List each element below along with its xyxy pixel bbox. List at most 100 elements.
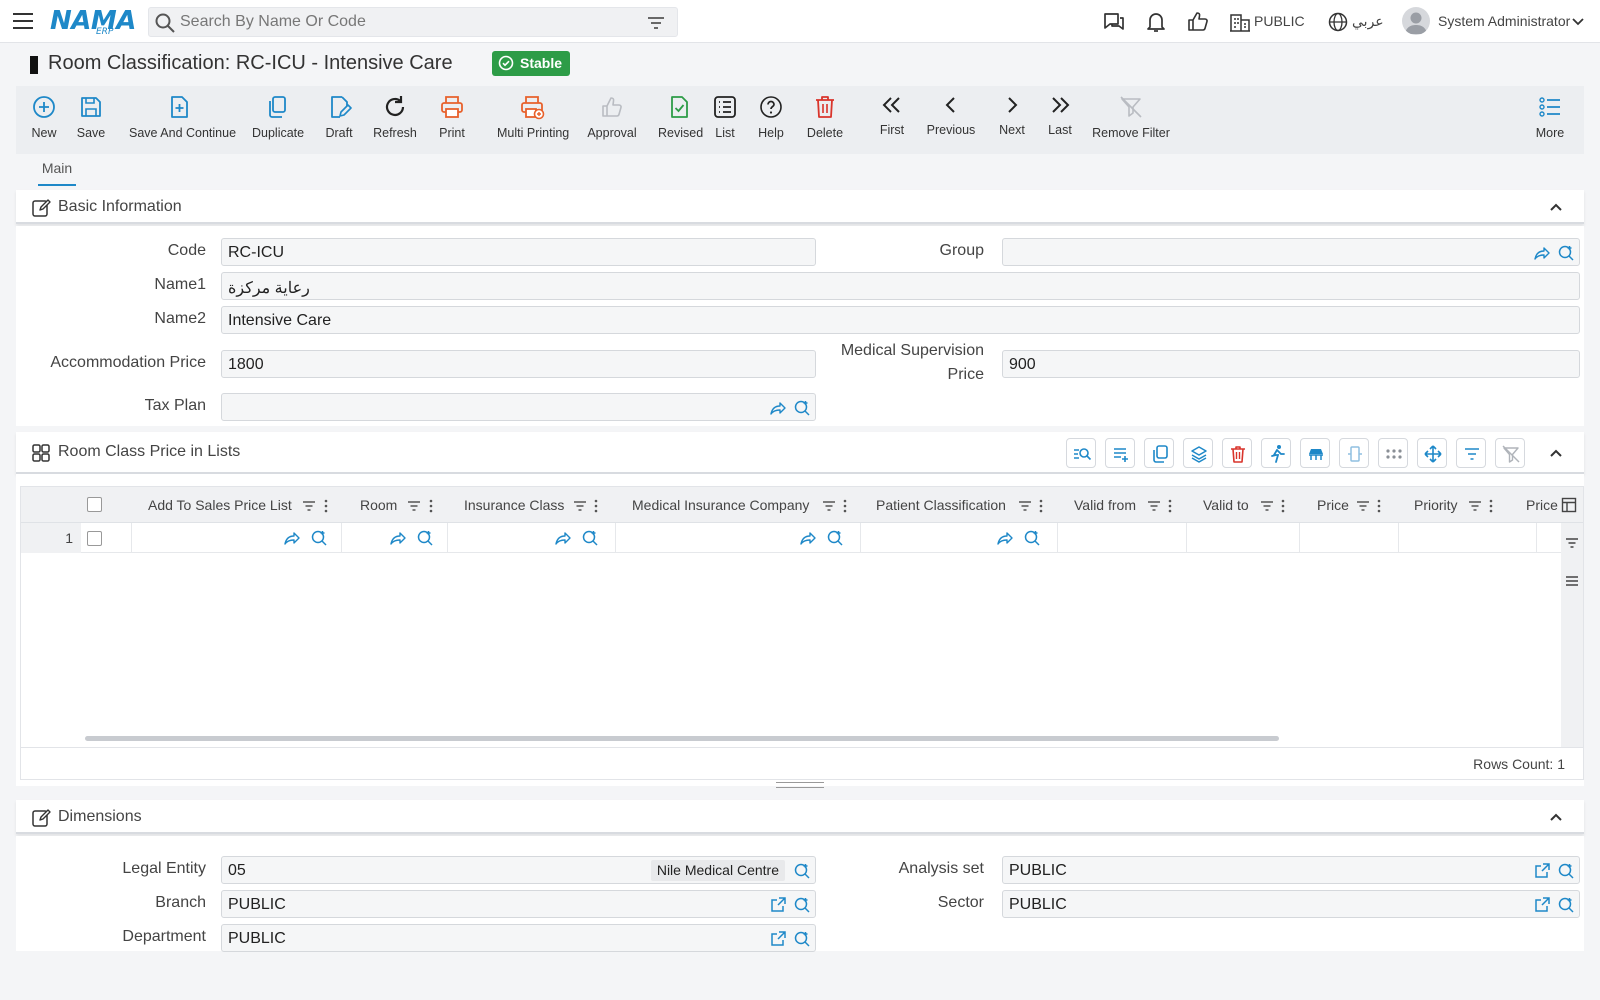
analysis-set-field[interactable]: PUBLIC (1002, 856, 1580, 884)
column-resize-icon[interactable] (1339, 438, 1369, 468)
legal-entity-field[interactable]: 05 Nile Medical Centre (221, 856, 816, 884)
lookup-icon[interactable] (416, 529, 434, 547)
lookup-icon[interactable] (1557, 862, 1575, 880)
column-filter-icon[interactable] (1259, 499, 1275, 513)
price-lists-header[interactable]: Room Class Price in Lists (16, 432, 1584, 474)
group-field[interactable] (1002, 238, 1580, 266)
column-menu-icon[interactable] (1275, 499, 1291, 513)
medical-supervision-price-field[interactable]: 900 (1002, 350, 1580, 378)
company-icon[interactable] (1228, 10, 1252, 34)
column-filter-icon[interactable] (301, 499, 317, 513)
share-arrow-icon[interactable] (996, 529, 1014, 547)
column-header-medical-insurance-company[interactable]: Medical Insurance Company (632, 497, 809, 513)
column-filter-icon[interactable] (1355, 499, 1371, 513)
column-header-room[interactable]: Room (360, 497, 397, 513)
column-header-valid-from[interactable]: Valid from (1074, 497, 1136, 513)
column-header-patient-classification[interactable]: Patient Classification (876, 497, 1006, 513)
last-button[interactable]: Last (1046, 94, 1074, 150)
external-link-icon[interactable] (769, 930, 787, 948)
external-link-icon[interactable] (1533, 896, 1551, 914)
next-button[interactable]: Next (998, 94, 1026, 150)
column-menu-icon[interactable] (1371, 499, 1387, 513)
table-settings-icon[interactable] (1300, 438, 1330, 468)
branch-field[interactable]: PUBLIC (221, 890, 816, 918)
list-button[interactable]: List (711, 94, 739, 150)
filter-off-icon[interactable] (1495, 438, 1525, 468)
more-button[interactable]: More (1534, 94, 1566, 150)
save-button[interactable]: Save (76, 94, 106, 150)
dots-grid-icon[interactable] (1378, 438, 1408, 468)
department-field[interactable]: PUBLIC (221, 924, 816, 952)
thumbs-up-icon[interactable] (1186, 10, 1210, 34)
column-filter-icon[interactable] (572, 499, 588, 513)
chevron-down-icon[interactable] (1570, 13, 1586, 29)
lookup-icon[interactable] (581, 529, 599, 547)
previous-button[interactable]: Previous (926, 94, 976, 150)
column-menu-icon[interactable] (318, 499, 334, 513)
lookup-icon[interactable] (1557, 896, 1575, 914)
name1-field[interactable]: رعاية مركزة (221, 272, 1580, 300)
tax-plan-field[interactable] (221, 393, 816, 421)
column-menu-icon[interactable] (1033, 499, 1049, 513)
chat-icon[interactable] (1102, 10, 1126, 34)
column-filter-icon[interactable] (1017, 499, 1033, 513)
layers-icon[interactable] (1183, 438, 1213, 468)
share-arrow-icon[interactable] (554, 529, 572, 547)
column-filter-icon[interactable] (1467, 499, 1483, 513)
lookup-icon[interactable] (826, 529, 844, 547)
move-icon[interactable] (1417, 438, 1447, 468)
tab-main[interactable]: Main (38, 160, 76, 186)
section-resize-handle[interactable] (776, 782, 824, 788)
table-row[interactable] (21, 523, 1563, 553)
language-switch[interactable]: عربي (1352, 13, 1384, 30)
bell-icon[interactable] (1144, 10, 1168, 34)
remove-filter-button[interactable]: Remove Filter (1091, 94, 1171, 150)
column-filter-icon[interactable] (821, 499, 837, 513)
column-menu-icon[interactable] (1162, 499, 1178, 513)
row-checkbox[interactable] (87, 531, 102, 546)
column-header-insurance-class[interactable]: Insurance Class (464, 497, 564, 513)
external-link-icon[interactable] (769, 896, 787, 914)
horizontal-scrollbar[interactable] (85, 736, 1279, 741)
save-and-continue-button[interactable]: Save And Continue (129, 94, 236, 150)
column-filter-icon[interactable] (1146, 499, 1162, 513)
share-arrow-icon[interactable] (389, 529, 407, 547)
basic-information-header[interactable]: Basic Information (16, 190, 1584, 224)
refresh-button[interactable]: Refresh (372, 94, 418, 150)
first-button[interactable]: First (878, 94, 906, 150)
chevron-up-icon[interactable] (1548, 200, 1564, 214)
avatar[interactable] (1402, 7, 1430, 35)
column-filter-icon[interactable] (406, 499, 422, 513)
filter-icon[interactable] (1564, 535, 1582, 553)
column-menu-icon[interactable] (837, 499, 853, 513)
lookup-icon[interactable] (793, 896, 811, 914)
search-box[interactable]: Search By Name Or Code (148, 7, 678, 37)
columns-panel-icon[interactable] (1561, 497, 1577, 513)
column-header-price[interactable]: Price (1317, 497, 1349, 513)
menu-lines-icon[interactable] (1564, 573, 1582, 591)
logo[interactable]: NAMA ERP (50, 4, 136, 38)
share-arrow-icon[interactable] (283, 529, 301, 547)
accommodation-price-field[interactable]: 1800 (221, 350, 816, 378)
delete-button[interactable]: Delete (806, 94, 844, 150)
copy-row-icon[interactable] (1144, 438, 1174, 468)
globe-icon[interactable] (1326, 10, 1350, 34)
lookup-icon[interactable] (1557, 244, 1575, 262)
dimensions-header[interactable]: Dimensions (16, 800, 1584, 834)
column-header-valid-to[interactable]: Valid to (1203, 497, 1249, 513)
column-header-add-to-sales-price-list[interactable]: Add To Sales Price List (148, 497, 292, 513)
name2-field[interactable]: Intensive Care (221, 306, 1580, 334)
chevron-up-icon[interactable] (1548, 446, 1564, 460)
sector-field[interactable]: PUBLIC (1002, 890, 1580, 918)
search-grid-icon[interactable] (1066, 438, 1096, 468)
column-menu-icon[interactable] (423, 499, 439, 513)
add-rows-icon[interactable] (1105, 438, 1135, 468)
lookup-icon[interactable] (310, 529, 328, 547)
chevron-up-icon[interactable] (1548, 810, 1564, 824)
select-all-checkbox[interactable] (87, 497, 102, 512)
external-link-icon[interactable] (1533, 862, 1551, 880)
lookup-icon[interactable] (793, 930, 811, 948)
draft-button[interactable]: Draft (324, 94, 354, 150)
approval-button[interactable]: Approval (587, 94, 637, 150)
share-arrow-icon[interactable] (1533, 244, 1551, 262)
